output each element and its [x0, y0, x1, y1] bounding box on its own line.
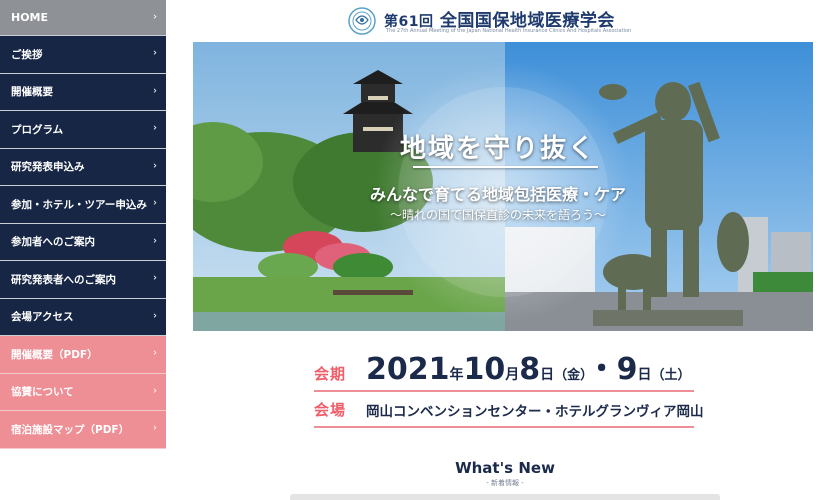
sidebar-item-5[interactable]: 参加・ホテル・ツアー申込み ›: [0, 186, 166, 224]
sidebar-item-10[interactable]: 協賛について ›: [0, 373, 166, 411]
sidebar-item-7[interactable]: 研究発表者へのご案内 ›: [0, 261, 166, 299]
sidebar-item-2[interactable]: 開催概要 ›: [0, 73, 166, 111]
date-separator: ・: [586, 352, 617, 387]
sidebar-item-11[interactable]: 宿泊施設マップ（PDF） ›: [0, 411, 166, 449]
date-month: 10: [463, 352, 506, 387]
sidebar-nav: HOME › ご挨拶 › 開催概要 › プログラム › 研究発表申込み › 参加・ホテル・ツアー申込…: [0, 0, 166, 449]
page-subtitle: The 27th Annual Meeting of the Japan Nat…: [386, 28, 632, 34]
whats-new-heading: What's New: [455, 459, 555, 477]
sidebar-item-label: 参加・ホテル・ツアー申込み: [11, 198, 147, 211]
sidebar-item-label: 開催概要（PDF）: [11, 348, 98, 361]
sidebar-item-3[interactable]: プログラム ›: [0, 111, 166, 149]
date-weekday2: （土）: [651, 368, 691, 383]
date-year: 2021: [366, 352, 450, 387]
hero-headline: 地域を守り抜く: [399, 134, 596, 164]
headline-underline: [413, 166, 598, 168]
news-list-top: [290, 494, 720, 500]
chevron-right-icon: ›: [153, 310, 157, 322]
date-label: 会期: [314, 365, 347, 383]
association-logo-icon: [348, 7, 376, 35]
sidebar-item-label: 開催概要: [11, 86, 53, 99]
sidebar-item-1[interactable]: ご挨拶 ›: [0, 36, 166, 74]
chevron-right-icon: ›: [153, 197, 157, 209]
sidebar-item-9[interactable]: 開催概要（PDF） ›: [0, 336, 166, 374]
chevron-right-icon: ›: [153, 160, 157, 172]
chevron-right-icon: ›: [153, 385, 157, 397]
date-day1-suffix: 日: [540, 367, 555, 383]
sidebar-item-label: 研究発表申込み: [11, 161, 85, 174]
date-year-suffix: 年: [449, 367, 464, 383]
date-weekday1: （金）: [554, 368, 587, 383]
whats-new-subheading: - 新着情報 -: [486, 479, 524, 487]
chevron-right-icon: ›: [153, 10, 157, 22]
date-month-suffix: 月: [505, 367, 520, 383]
site-header: 第61回 全国国保地域医療学会 The 27th Annual Meeting …: [347, 4, 667, 38]
sidebar-item-label: ご挨拶: [11, 48, 43, 61]
hero-tagline: ～晴れの国で国保直診の未来を語ろう～: [389, 208, 606, 222]
hero-text: 地域を守り抜く みんなで育てる地域包括医療・ケア ～晴れの国で国保直診の未来を語…: [193, 42, 813, 331]
event-date-row: 会期 2021年10月8日（金）・9日（土）: [314, 352, 694, 392]
event-venue-row: 会場 岡山コンベンションセンター・ホテルグランヴィア岡山: [314, 400, 704, 428]
chevron-right-icon: ›: [153, 85, 157, 97]
chevron-right-icon: ›: [153, 347, 157, 359]
venue-label: 会場: [314, 401, 347, 419]
sidebar-item-label: 研究発表者へのご案内: [11, 273, 116, 286]
chevron-right-icon: ›: [153, 422, 157, 434]
sidebar-item-4[interactable]: 研究発表申込み ›: [0, 148, 166, 186]
sidebar-item-6[interactable]: 参加者へのご案内 ›: [0, 223, 166, 261]
date-day1: 8: [519, 352, 541, 387]
chevron-right-icon: ›: [153, 122, 157, 134]
sidebar-item-label: プログラム: [11, 123, 64, 136]
sidebar-item-label: HOME: [11, 11, 49, 24]
sidebar-item-0[interactable]: HOME ›: [0, 0, 166, 36]
chevron-right-icon: ›: [153, 272, 157, 284]
sidebar-item-label: 協賛について: [11, 386, 74, 399]
event-venue: 岡山コンベンションセンター・ホテルグランヴィア岡山: [366, 404, 704, 420]
sidebar-item-label: 会場アクセス: [11, 311, 74, 324]
hero-banner: 地域を守り抜く みんなで育てる地域包括医療・ケア ～晴れの国で国保直診の未来を語…: [193, 42, 813, 331]
sidebar-item-8[interactable]: 会場アクセス ›: [0, 298, 166, 336]
date-day2: 9: [616, 352, 638, 387]
sidebar-item-label: 参加者へのご案内: [11, 236, 95, 249]
chevron-right-icon: ›: [153, 235, 157, 247]
date-day2-suffix: 日: [637, 367, 652, 383]
sidebar-item-label: 宿泊施設マップ（PDF）: [11, 423, 130, 436]
chevron-right-icon: ›: [153, 47, 157, 59]
event-date: 2021年10月8日（金）・9日（土）: [366, 344, 691, 388]
hero-subheadline: みんなで育てる地域包括医療・ケア: [369, 185, 626, 204]
